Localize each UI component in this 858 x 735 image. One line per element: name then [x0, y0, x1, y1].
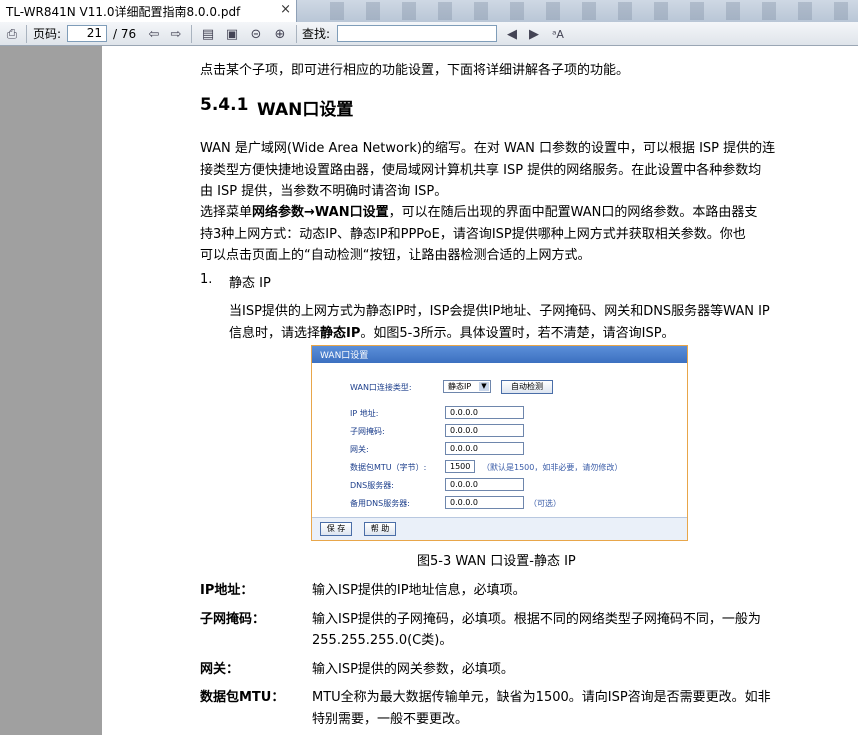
toolbar-divider: [26, 25, 27, 43]
chevron-down-icon: ▼: [479, 382, 489, 391]
document-tab[interactable]: TL-WR841N V11.0详细配置指南8.0.0.pdf ×: [0, 0, 297, 22]
wan-settings-figure: WAN口设置 WAN口连接类型: 静态IP ▼ 自动检测 IP 地址: 0.0.0…: [311, 345, 688, 541]
dns2-note: （可选）: [529, 499, 561, 508]
def-desc-cont: 255.255.255.0(C类)。: [312, 633, 453, 648]
find-previous-icon[interactable]: ◀: [504, 26, 520, 42]
mask-field[interactable]: 0.0.0.0: [445, 424, 524, 437]
def-term: 数据包MTU：: [200, 690, 285, 705]
dns2-label: 备用DNS服务器:: [350, 499, 410, 508]
background-tab-strip: [330, 2, 850, 20]
figure-header: WAN口设置: [312, 346, 687, 363]
toolbar-divider: [296, 25, 297, 43]
page-number-input[interactable]: 21: [67, 25, 107, 42]
find-next-icon[interactable]: ▶: [526, 26, 542, 42]
dns2-field[interactable]: 0.0.0.0: [445, 496, 524, 509]
paragraph-line: 接类型方便快捷地设置路由器，使局域网计算机共享 ISP 提供的网络服务。在此设置…: [200, 163, 762, 178]
paragraph-line: 选择菜单网络参数→WAN口设置，可以在随后出现的界面中配置WAN口的网络参数。本…: [200, 201, 757, 220]
paragraph-text: 。如图5-3所示。具体设置时，若不清楚，请咨询ISP。: [360, 326, 675, 341]
dns-label: DNS服务器:: [350, 481, 394, 490]
list-number: 1.: [200, 272, 213, 287]
print-icon[interactable]: ⎙: [4, 26, 20, 42]
next-page-icon[interactable]: ⇨: [168, 26, 184, 42]
figure-caption: 图5-3 WAN 口设置-静态 IP: [417, 554, 576, 569]
toolbar-divider: [191, 25, 192, 43]
mtu-note: （默认是1500，如非必要，请勿修改）: [482, 463, 623, 472]
conn-type-value: 静态IP: [448, 382, 472, 391]
def-desc: 输入ISP提供的IP地址信息，必填项。: [312, 583, 526, 598]
find-label: 查找:: [302, 27, 331, 41]
paragraph-line: 信息时，请选择静态IP。如图5-3所示。具体设置时，若不清楚，请咨询ISP。: [229, 322, 675, 341]
fit-page-icon[interactable]: ▣: [224, 26, 240, 42]
def-desc: 输入ISP提供的网关参数，必填项。: [312, 662, 514, 677]
page-total: / 76: [113, 26, 137, 41]
mtu-field[interactable]: 1500: [445, 460, 475, 473]
ip-label: IP 地址:: [350, 409, 379, 418]
menu-path: 网络参数→WAN口设置: [252, 205, 389, 220]
paragraph-line: WAN 是广域网(Wide Area Network)的缩写。在对 WAN 口参…: [200, 141, 776, 156]
intro-text: 点击某个子项，即可进行相应的功能设置，下面将详细讲解各子项的功能。: [200, 63, 630, 78]
conn-type-select[interactable]: 静态IP ▼: [443, 380, 491, 393]
list-item-title: 静态 IP: [229, 276, 271, 291]
document-tab-title: TL-WR841N V11.0详细配置指南8.0.0.pdf: [6, 5, 241, 19]
emphasis-text: 静态IP: [320, 326, 361, 341]
paragraph-text: 选择菜单: [200, 205, 253, 220]
close-icon[interactable]: ×: [280, 2, 291, 17]
section-number: 5.4.1: [200, 95, 249, 115]
page-label: 页码:: [33, 27, 62, 41]
paragraph-line: 持3种上网方式：动态IP、静态IP和PPPoE，请咨询ISP提供哪种上网方式并获…: [200, 227, 746, 242]
def-desc: MTU全称为最大数据传输单元，缺省为1500。请向ISP咨询是否需要更改。如非: [312, 690, 771, 705]
paragraph-line: 由 ISP 提供，当参数不明确时请咨询 ISP。: [200, 184, 448, 199]
fit-width-icon[interactable]: ▤: [200, 26, 216, 42]
conn-type-label: WAN口连接类型:: [350, 383, 412, 392]
section-title: WAN口设置: [257, 100, 354, 120]
def-desc: 输入ISP提供的子网掩码，必填项。根据不同的网络类型子网掩码不同，一般为: [312, 612, 761, 627]
def-term: 子网掩码：: [200, 612, 266, 627]
find-input[interactable]: [337, 25, 497, 42]
zoom-in-icon[interactable]: ⊕: [272, 26, 288, 42]
gateway-label: 网关:: [350, 445, 369, 454]
figure-footer: 保 存 帮 助: [312, 517, 687, 540]
mtu-label: 数据包MTU（字节）:: [350, 463, 427, 472]
previous-page-icon[interactable]: ⇦: [146, 26, 162, 42]
paragraph-text: ，可以在随后出现的界面中配置WAN口的网络参数。本路由器支: [388, 205, 758, 220]
ip-field[interactable]: 0.0.0.0: [445, 406, 524, 419]
def-term: IP地址：: [200, 583, 254, 598]
def-term: 网关：: [200, 662, 240, 677]
pdf-page: 点击某个子项，即可进行相应的功能设置，下面将详细讲解各子项的功能。 5.4.1 …: [102, 46, 858, 735]
gateway-field[interactable]: 0.0.0.0: [445, 442, 524, 455]
paragraph-line: 当ISP提供的上网方式为静态IP时，ISP会提供IP地址、子网掩码、网关和DNS…: [229, 304, 770, 319]
paragraph-line: 可以点击页面上的“自动检测“按钮，让路由器检测合适的上网方式。: [200, 248, 591, 263]
mask-label: 子网掩码:: [350, 427, 385, 436]
zoom-out-icon[interactable]: ⊝: [248, 26, 264, 42]
pdf-toolbar: ⎙ 页码: 21 / 76 ⇦ ⇨ ▤ ▣ ⊝ ⊕ 查找: ◀ ▶ ᵃA: [0, 22, 858, 46]
auto-detect-button[interactable]: 自动检测: [501, 380, 553, 394]
help-button[interactable]: 帮 助: [364, 522, 396, 536]
paragraph-text: 信息时，请选择: [229, 326, 321, 341]
tab-bar: TL-WR841N V11.0详细配置指南8.0.0.pdf ×: [0, 0, 858, 22]
save-button[interactable]: 保 存: [320, 522, 352, 536]
text-options-icon[interactable]: ᵃA: [550, 26, 566, 42]
figure-title: WAN口设置: [320, 351, 369, 361]
dns-field[interactable]: 0.0.0.0: [445, 478, 524, 491]
def-desc-cont: 特别需要，一般不要更改。: [312, 712, 469, 727]
